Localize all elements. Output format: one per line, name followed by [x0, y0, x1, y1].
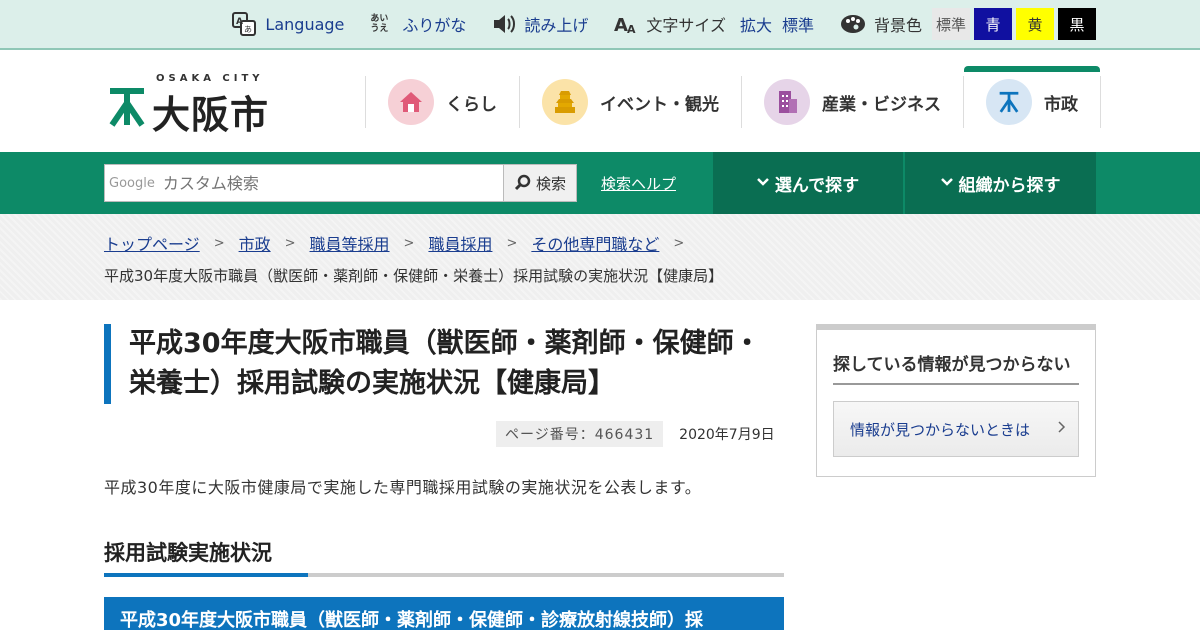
site-logo[interactable]: OSAKA CITY 大阪市 — [108, 73, 288, 137]
svg-text:A: A — [614, 15, 628, 35]
svg-text:A: A — [236, 17, 243, 27]
breadcrumb-item[interactable]: 職員等採用 — [310, 231, 390, 255]
nav-shisei-label: 市政 — [1044, 94, 1078, 115]
utility-bar: Aあ Language あいうえ ふりがな 読み上げ AA 文字サイズ 拡大 標… — [0, 0, 1200, 50]
speaker-icon — [492, 13, 516, 35]
page-title-block: 平成30年度大阪市職員（獣医師・薬剤師・保健師・栄養士）採用試験の実施状況【健康… — [104, 324, 784, 404]
bg-blue-button[interactable]: 青 — [974, 8, 1012, 40]
search-icon — [514, 174, 531, 191]
chevron-right-icon: > — [403, 235, 415, 251]
not-found-box: 探している情報が見つからない 情報が見つからないときは — [816, 324, 1096, 477]
page-title: 平成30年度大阪市職員（獣医師・薬剤師・保健師・栄養士）採用試験の実施状況【健康… — [129, 328, 761, 399]
section-heading-underline — [104, 573, 784, 577]
not-found-heading: 探している情報が見つからない — [833, 355, 1071, 375]
nav-business[interactable]: 産業・ビジネス — [741, 76, 963, 128]
org-search-label: 組織から探す — [958, 175, 1061, 196]
page-date: 2020年7月9日 — [679, 427, 775, 443]
logo-japanese: 大阪市 — [152, 93, 270, 137]
bg-standard-button[interactable]: 標準 — [932, 8, 970, 40]
bg-yellow-button[interactable]: 黄 — [1016, 8, 1054, 40]
nav-event[interactable]: イベント・観光 — [519, 76, 741, 128]
chevron-right-icon: > — [284, 235, 296, 251]
logo-english: OSAKA CITY — [156, 73, 264, 84]
language-link[interactable]: Aあ Language — [231, 11, 344, 37]
section-heading: 採用試験実施状況 — [104, 541, 272, 565]
nav-event-label: イベント・観光 — [600, 94, 719, 115]
castle-icon — [542, 79, 588, 125]
breadcrumb-item[interactable]: トップページ — [104, 231, 200, 255]
divider — [833, 383, 1079, 385]
nav-kurashi[interactable]: くらし — [365, 76, 519, 128]
breadcrumb-item[interactable]: 市政 — [239, 231, 271, 255]
underline-accent — [104, 573, 308, 577]
breadcrumb-links: トップページ > 市政 > 職員等採用 > 職員採用 > その他専門職など > — [104, 231, 698, 255]
search-button-label: 検索 — [535, 174, 566, 193]
chevron-down-icon — [940, 176, 953, 191]
browse-label: 選んで探す — [774, 175, 860, 196]
svg-text:A: A — [627, 23, 636, 35]
bg-color-group: 背景色 標準 青 黄 黒 — [840, 8, 1096, 40]
page-number: ページ番号：466431 — [496, 421, 664, 447]
furigana-link[interactable]: あいうえ ふりがな — [370, 12, 466, 36]
utility-items: Aあ Language あいうえ ふりがな 読み上げ AA 文字サイズ 拡大 標… — [205, 0, 1096, 48]
nav-shisei[interactable]: 市政 — [963, 66, 1101, 128]
read-aloud-link[interactable]: 読み上げ — [492, 12, 588, 36]
bg-color-label: 背景色 — [873, 16, 922, 35]
chevron-right-icon: > — [213, 235, 225, 251]
language-label: Language — [265, 14, 345, 34]
house-icon — [388, 79, 434, 125]
font-standard-button[interactable]: 標準 — [782, 12, 814, 36]
font-size-label: 文字サイズ — [646, 16, 726, 35]
subsection-heading: 平成30年度大阪市職員（獣医師・薬剤師・保健師・診療放射線技師）採 — [104, 597, 784, 630]
chevron-right-icon: > — [506, 235, 518, 251]
translate-icon: Aあ — [231, 11, 257, 37]
chevron-down-icon — [757, 176, 769, 191]
global-nav: くらし イベント・観光 産業・ビジネス 市政 — [365, 66, 1101, 128]
not-found-link-label: 情報が見つからないときは — [850, 420, 1031, 439]
bg-black-button[interactable]: 黒 — [1058, 8, 1096, 40]
search-input[interactable] — [162, 173, 483, 193]
read-aloud-label: 読み上げ — [524, 16, 589, 35]
google-label: Google — [109, 175, 155, 191]
nav-business-label: 産業・ビジネス — [822, 94, 941, 115]
font-size-group: AA 文字サイズ 拡大 標準 — [614, 12, 814, 36]
breadcrumb-item[interactable]: その他専門職など — [531, 231, 659, 255]
site-header: OSAKA CITY 大阪市 くらし イベント・観光 産業・ビジネス 市政 — [0, 50, 1200, 152]
osaka-city-mark-icon — [109, 88, 145, 127]
building-icon — [764, 79, 810, 125]
search-button[interactable]: 検索 — [503, 164, 577, 202]
lead-text: 平成30年度に大阪市健康局で実施した専門職採用試験の実施状況を公表します。 — [104, 478, 702, 497]
nav-kurashi-label: くらし — [446, 94, 497, 115]
breadcrumb: トップページ > 市政 > 職員等採用 > 職員採用 > その他専門職など > … — [0, 214, 1200, 300]
not-found-link[interactable]: 情報が見つからないときは — [833, 401, 1079, 457]
chevron-right-icon — [1058, 421, 1066, 437]
search-bar: Google 検索 検索ヘルプ 選んで探す 組織から探す — [0, 152, 1200, 214]
browse-button[interactable]: 選んで探す — [713, 152, 903, 214]
font-enlarge-button[interactable]: 拡大 — [740, 12, 772, 36]
city-mark-icon — [986, 79, 1032, 125]
furigana-label: ふりがな — [402, 16, 467, 35]
breadcrumb-current: 平成30年度大阪市職員（獣医師・薬剤師・保健師・栄養士）採用試験の実施状況【健康… — [104, 267, 724, 285]
chevron-right-icon: > — [673, 235, 685, 251]
search-help-link[interactable]: 検索ヘルプ — [601, 173, 676, 194]
breadcrumb-item[interactable]: 職員採用 — [428, 231, 492, 255]
palette-icon — [840, 13, 866, 35]
font-size-icon: AA — [614, 13, 638, 35]
org-search-button[interactable]: 組織から探す — [905, 152, 1096, 214]
furigana-icon: あいうえ — [370, 14, 389, 34]
page-meta: ページ番号：466431 2020年7月9日 — [496, 421, 775, 447]
search-box: Google — [104, 164, 504, 202]
svg-text:あ: あ — [244, 25, 252, 34]
